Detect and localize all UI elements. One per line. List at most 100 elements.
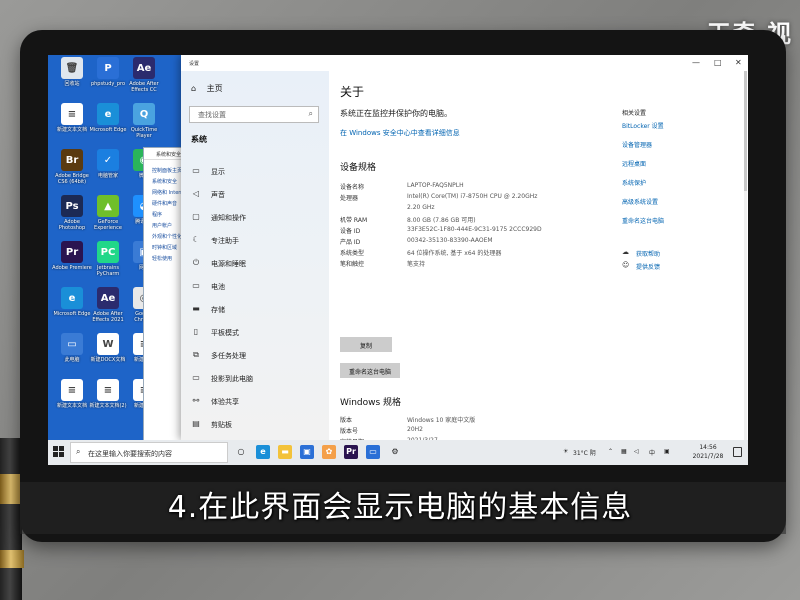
settings-search-placeholder: 查找设置	[198, 111, 226, 119]
desktop-icon-label: 新建DOCX文档	[90, 357, 126, 363]
shared-experiences-icon: ⚯	[192, 396, 200, 405]
desktop-icon[interactable]: ≡ 新建文本文档	[52, 379, 92, 427]
tray-expand-icon[interactable]: ⌃	[608, 448, 613, 455]
desktop-icon-label: QuickTime Player	[130, 127, 158, 139]
desktop-icon-image: Pr	[61, 241, 83, 263]
desktop-icon[interactable]: Ae Adobe After Effects 2021	[88, 287, 128, 335]
nav-item-label: 多任务处理	[211, 352, 246, 360]
clock[interactable]: 14:56 2021/7/28	[688, 443, 728, 461]
spec-value: Intel(R) Core(TM) i7-8750H CPU @ 2.20GHz	[407, 193, 538, 200]
app-tray-icon[interactable]: ▣	[664, 448, 670, 455]
help-link[interactable]: 获取帮助	[636, 249, 660, 258]
store-icon[interactable]: ▣	[300, 445, 314, 459]
spec-key: 版本号	[340, 428, 359, 435]
app-icon[interactable]: ▭	[366, 445, 380, 459]
desktop-icon-label: 新建文本文档	[56, 403, 87, 409]
desktop-icon[interactable]: 🗑 回收站	[52, 57, 92, 105]
feedback-icon[interactable]: ☺	[622, 261, 629, 269]
minimize-button[interactable]: —	[692, 58, 700, 67]
nav-item-sound[interactable]: ◁ 声音	[181, 184, 329, 206]
weather-icon[interactable]: ☀	[563, 448, 568, 455]
network-icon[interactable]: ▦	[621, 448, 627, 455]
related-link[interactable]: 设备管理器	[622, 140, 652, 149]
desktop-icon[interactable]: Ae Adobe After Effects CC	[124, 57, 164, 105]
desktop-icon[interactable]: Ps Adobe Photoshop	[52, 195, 92, 243]
nav-item-display[interactable]: ▭ 显示	[181, 161, 329, 183]
security-center-link[interactable]: 在 Windows 安全中心中查看详细信息	[340, 128, 460, 138]
nav-item-power[interactable]: ⏻ 电源和睡眠	[181, 253, 329, 275]
desktop-icon[interactable]: ▭ 此电脑	[52, 333, 92, 381]
desktop-icon[interactable]: Br Adobe Bridge CS6 (64bit)	[52, 149, 92, 197]
desktop-icon[interactable]: ≡ 新建文本文档(2)	[88, 379, 128, 427]
desktop-icon-label: Adobe Premiere	[52, 265, 92, 271]
scrollbar[interactable]	[744, 71, 747, 440]
nav-item-battery[interactable]: ▭ 电池	[181, 276, 329, 298]
desktop-icon-image: Ps	[61, 195, 83, 217]
nav-item-notifications[interactable]: ▢ 通知和操作	[181, 207, 329, 229]
spec-value: 2.20 GHz	[407, 204, 435, 211]
nav-item-clipboard[interactable]: ▤ 剪贴板	[181, 414, 329, 436]
close-button[interactable]: ✕	[735, 58, 742, 67]
settings-icon[interactable]: ⚙	[388, 445, 402, 459]
copy-button[interactable]: 复制	[340, 337, 392, 352]
start-button[interactable]	[53, 446, 65, 458]
desktop-icon-image: PC	[97, 241, 119, 263]
file-explorer-icon[interactable]: ▬	[278, 445, 292, 459]
desktop-icon-image: ▭	[61, 333, 83, 355]
desktop-icon-label: Adobe Photoshop	[58, 219, 86, 231]
help-icon[interactable]: ☁	[622, 248, 629, 256]
desktop-icon-image: e	[97, 103, 119, 125]
clipboard-icon: ▤	[192, 419, 200, 428]
volume-icon[interactable]: ◁	[634, 448, 639, 455]
premiere-icon[interactable]: Pr	[344, 445, 358, 459]
related-link[interactable]: BitLocker 设置	[622, 121, 664, 130]
desktop-icon-image: ≡	[61, 103, 83, 125]
related-link[interactable]: 系统保护	[622, 178, 646, 187]
device-spec-row: 产品 ID 00342-35130-83390-AAOEM	[340, 237, 620, 247]
nav-item-projecting[interactable]: ▭ 投影到此电脑	[181, 368, 329, 390]
edge-icon[interactable]: e	[256, 445, 270, 459]
desktop-icon[interactable]: ▲ GeForce Experience	[88, 195, 128, 243]
nav-home[interactable]: ⌂ 主页	[191, 83, 223, 94]
related-link[interactable]: 重命名这台电脑	[622, 216, 664, 225]
taskbar-search-input[interactable]: ⌕ 在这里输入你要搜索的内容	[70, 442, 228, 463]
rename-pc-button[interactable]: 重命名这台电脑	[340, 363, 400, 378]
spec-key: 处理器	[340, 195, 359, 202]
device-spec-row: 处理器 Intel(R) Core(TM) i7-8750H CPU @ 2.20…	[340, 193, 620, 203]
feedback-link[interactable]: 提供反馈	[636, 262, 660, 271]
nav-item-label: 专注助手	[211, 237, 239, 245]
nav-item-multitasking[interactable]: ⧉ 多任务处理	[181, 345, 329, 367]
ime-indicator[interactable]: 中	[649, 448, 655, 457]
desktop-icon[interactable]: Pphpstudy_pro	[88, 57, 128, 105]
nav-item-label: 电源和睡眠	[211, 260, 246, 268]
weather-text[interactable]: 31°C 阴	[573, 448, 596, 457]
windows-spec-row: 版本号 20H2	[340, 426, 620, 436]
nav-item-shared-experiences[interactable]: ⚯ 体验共享	[181, 391, 329, 413]
settings-search-input[interactable]: 查找设置 ⌕	[189, 106, 319, 123]
spec-value: 8.00 GB (7.86 GB 可用)	[407, 217, 476, 224]
scrollbar-thumb[interactable]	[744, 71, 747, 191]
desktop-icon[interactable]: e Microsoft Edge	[52, 287, 92, 335]
nav-item-tablet[interactable]: ▯ 平板模式	[181, 322, 329, 344]
clock-time: 14:56	[699, 444, 717, 451]
desktop-icon[interactable]: PC Jetbrains PyCharm	[88, 241, 128, 289]
nav-item-focus-assist[interactable]: ☾ 专注助手	[181, 230, 329, 252]
maximize-button[interactable]: □	[714, 58, 722, 67]
desktop-icon[interactable]: W 新建DOCX文档	[88, 333, 128, 381]
desktop-icon-label: 回收站	[64, 81, 80, 87]
nav-item-storage[interactable]: ▬ 存储	[181, 299, 329, 321]
related-link[interactable]: 远程桌面	[622, 159, 646, 168]
desktop-icon[interactable]: ≡ 新建文本文档	[52, 103, 92, 151]
desktop-icon[interactable]: ✓ 电脑管家	[88, 149, 128, 197]
power-icon: ⏻	[192, 258, 200, 267]
paint-icon[interactable]: ✿	[322, 445, 336, 459]
related-link[interactable]: 高级系统设置	[622, 197, 658, 206]
notification-icon[interactable]	[733, 447, 742, 457]
desktop-icon[interactable]: Pr Adobe Premiere	[52, 241, 92, 289]
battery-icon: ▭	[192, 281, 200, 290]
desktop-icon[interactable]: e Microsoft Edge	[88, 103, 128, 151]
nav-item-label: 显示	[211, 168, 225, 176]
task-view-icon[interactable]: ○	[234, 445, 248, 459]
device-spec-row: 机带 RAM 8.00 GB (7.86 GB 可用)	[340, 215, 620, 225]
desktop-icon[interactable]: Q QuickTime Player	[124, 103, 164, 151]
